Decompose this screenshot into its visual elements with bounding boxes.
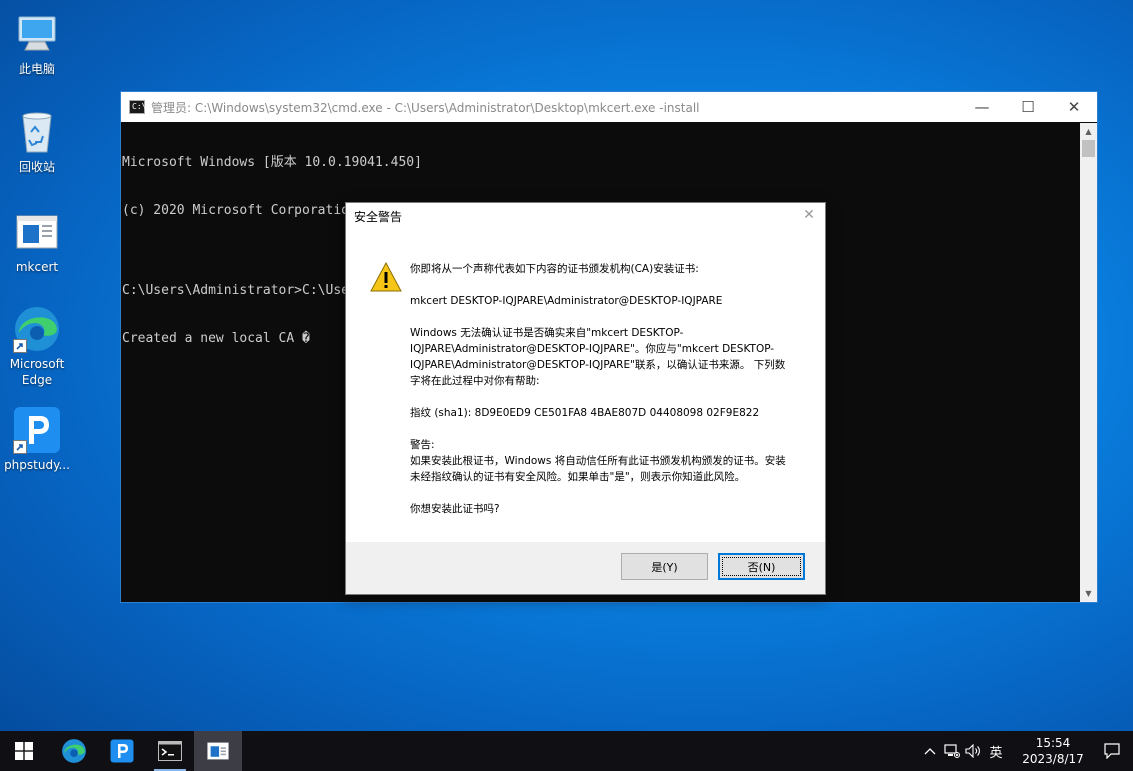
certificate-subject: mkcert DESKTOP-IQJPARE\Administrator@DES…: [410, 295, 723, 307]
shortcut-arrow-icon: [13, 440, 27, 454]
desktop-icon-label: mkcert: [15, 260, 59, 274]
windows-logo-icon: [15, 742, 33, 760]
taskbar-edge[interactable]: [50, 731, 98, 771]
cmd-app-icon: C:\: [129, 100, 146, 114]
taskbar-mkcert[interactable]: [194, 731, 242, 771]
desktop-icon-label: phpstudy...: [4, 458, 70, 472]
thumbprint-text: 指纹 (sha1): 8D9E0ED9 CE501FA8 4BAE807D 04…: [410, 407, 760, 419]
recycle-bin-icon: [13, 108, 61, 156]
dialog-button-bar: 是(Y) 否(N): [346, 542, 825, 594]
edge-icon: [62, 739, 86, 763]
taskbar: 英 15:54 2023/8/17: [0, 731, 1133, 771]
desktop-icon-label: 此电脑: [18, 62, 55, 76]
input-method-indicator[interactable]: 英: [985, 731, 1007, 771]
desktop-icon-recycle-bin[interactable]: 回收站: [0, 108, 74, 175]
shortcut-arrow-icon: [13, 339, 27, 353]
phpstudy-icon: [110, 739, 134, 763]
cmd-scrollbar[interactable]: ▲ ▼: [1080, 123, 1097, 602]
maximize-button[interactable]: ☐: [1005, 92, 1051, 122]
application-window-icon: [13, 208, 61, 256]
desktop-icon-phpstudy[interactable]: phpstudy...: [0, 406, 74, 473]
network-icon[interactable]: [941, 731, 963, 771]
taskbar-phpstudy[interactable]: [98, 731, 146, 771]
cmd-titlebar[interactable]: C:\ 管理员: C:\Windows\system32\cmd.exe - C…: [121, 92, 1097, 122]
start-button[interactable]: [0, 731, 48, 771]
no-button[interactable]: 否(N): [718, 553, 805, 580]
edge-icon: [13, 305, 61, 353]
system-tray: 英 15:54 2023/8/17: [919, 731, 1133, 771]
desktop-icon-label: 回收站: [18, 160, 55, 174]
dialog-intro-text: 你即将从一个声称代表如下内容的证书颁发机构(CA)安装证书:: [410, 263, 699, 275]
scroll-thumb[interactable]: [1082, 140, 1095, 157]
warning-heading: 警告:: [410, 439, 435, 451]
desktop-icon-edge[interactable]: Microsoft Edge: [0, 305, 74, 388]
dialog-close-button[interactable]: ✕: [801, 207, 817, 223]
phpstudy-icon: [13, 406, 61, 454]
application-window-icon: [207, 742, 229, 760]
close-button[interactable]: ✕: [1051, 92, 1097, 122]
desktop-icon-this-pc[interactable]: 此电脑: [0, 10, 74, 77]
dialog-title: 安全警告: [354, 210, 403, 224]
desktop-icon-mkcert[interactable]: mkcert: [0, 208, 74, 275]
volume-icon[interactable]: [963, 731, 985, 771]
dialog-titlebar[interactable]: 安全警告 ✕: [346, 203, 825, 230]
taskbar-cmd[interactable]: [146, 731, 194, 771]
notification-center-button[interactable]: [1091, 731, 1133, 771]
warning-text: 如果安装此根证书，Windows 将自动信任所有此证书颁发机构颁发的证书。安装未…: [410, 455, 786, 483]
desktop-icon-label: Microsoft Edge: [9, 357, 65, 387]
warning-icon: [370, 262, 402, 292]
validation-notice: Windows 无法确认证书是否确实来自"mkcert DESKTOP-IQJP…: [410, 327, 786, 387]
scroll-down-arrow-icon[interactable]: ▼: [1080, 585, 1097, 602]
clock-time: 15:54: [1035, 736, 1071, 750]
minimize-button[interactable]: —: [959, 92, 1005, 122]
clock-date: 2023/8/17: [1022, 752, 1084, 766]
computer-icon: [13, 10, 61, 58]
install-question: 你想安装此证书吗?: [410, 503, 500, 515]
terminal-icon: [158, 741, 182, 761]
scroll-up-arrow-icon[interactable]: ▲: [1080, 123, 1097, 140]
show-hidden-icons-chevron-up-icon[interactable]: [919, 731, 941, 771]
security-warning-dialog[interactable]: 安全警告 ✕ 你即将从一个声称代表如下内容的证书颁发机构(CA)安装证书: mk…: [345, 202, 826, 595]
console-line: Microsoft Windows [版本 10.0.19041.450]: [122, 155, 422, 170]
yes-button[interactable]: 是(Y): [621, 553, 708, 580]
notification-icon: [1104, 743, 1120, 759]
cmd-window-title: 管理员: C:\Windows\system32\cmd.exe - C:\Us…: [151, 100, 700, 115]
dialog-message: 你即将从一个声称代表如下内容的证书颁发机构(CA)安装证书: mkcert DE…: [410, 261, 794, 517]
clock[interactable]: 15:54 2023/8/17: [1015, 735, 1091, 767]
